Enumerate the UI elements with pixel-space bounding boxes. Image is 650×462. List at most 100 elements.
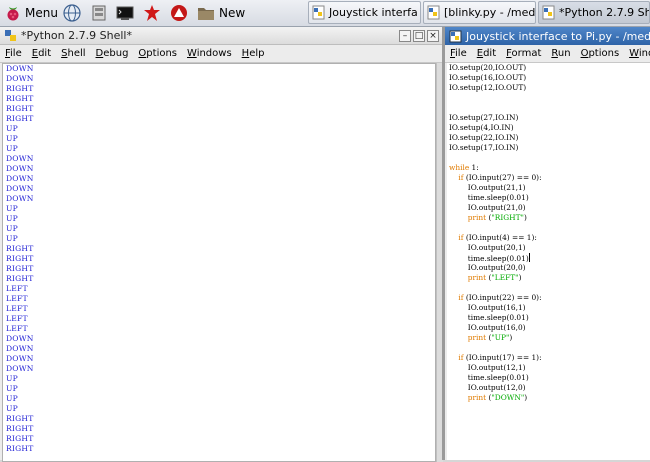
shell-output-line: UP [6, 224, 18, 233]
code-text: time.sleep(0.01) [449, 254, 529, 263]
python-file-icon [542, 5, 555, 20]
shell-output-line: RIGHT [6, 414, 34, 423]
maximize-icon[interactable]: □ [413, 30, 425, 42]
shell-output-line: UP [6, 214, 18, 223]
task-button-python-shell[interactable]: *Python 2.7.9 Sh [538, 1, 650, 24]
editor-title: Jouystick interface to Pi.py - /media/pi… [466, 29, 650, 43]
code-text: IO.output(16,1) [449, 303, 526, 312]
shell-output-line: RIGHT [6, 84, 34, 93]
menu-edit[interactable]: Edit [27, 48, 56, 59]
code-line: print ("RIGHT") [447, 213, 650, 223]
minimize-icon[interactable]: – [399, 30, 411, 42]
code-text: IO.setup(22,IO.IN) [449, 133, 519, 142]
launcher-terminal[interactable] [116, 2, 137, 24]
code-keyword: print [467, 393, 487, 402]
shell-output-line: RIGHT [6, 444, 34, 453]
new-folder-button[interactable]: New [196, 2, 245, 24]
code-editor-area[interactable]: IO.setup(20,IO.OUT) IO.setup(16,IO.OUT) IO… [447, 63, 650, 460]
shell-output-line: RIGHT [6, 104, 34, 113]
raspberry-icon [7, 7, 19, 21]
shell-titlebar[interactable]: *Python 2.7.9 Shell* – □ × [0, 27, 442, 45]
code-line: IO.output(16,1) [447, 303, 650, 313]
code-line: IO.output(21,1) [447, 183, 650, 193]
shell-output-line: RIGHT [6, 254, 34, 263]
shell-output-line: RIGHT [6, 244, 34, 253]
shell-output-line: LEFT [6, 314, 28, 323]
menu-file[interactable]: File [0, 48, 27, 59]
task-label: Jouystick interfa [329, 6, 418, 19]
code-text: IO.output(12,1) [449, 363, 526, 372]
code-text: ) [524, 393, 528, 402]
task-button-joystick[interactable]: Jouystick interfa [308, 1, 421, 24]
launcher-web-browser[interactable] [63, 2, 84, 24]
shell-output-line: RIGHT [6, 274, 34, 283]
shell-output-line: LEFT [6, 294, 28, 303]
code-line: IO.setup(22,IO.IN) [447, 133, 650, 143]
taskbar: Menu New Jouystick interfa [blinky.py - … [0, 0, 650, 27]
code-text: IO.output(12,0) [449, 383, 526, 392]
menu-options[interactable]: Options [576, 48, 625, 59]
code-line: time.sleep(0.01) [447, 373, 650, 383]
shell-output-line: RIGHT [6, 94, 34, 103]
menu-debug[interactable]: Debug [91, 48, 134, 59]
menu-windows[interactable]: Windows [182, 48, 237, 59]
shell-output-line: UP [6, 124, 18, 133]
code-keyword: print [467, 333, 487, 342]
terminal-icon [116, 6, 134, 20]
shell-output-line: DOWN [6, 174, 34, 183]
code-line: IO.setup(17,IO.IN) [447, 143, 650, 153]
shell-output-line: DOWN [6, 344, 34, 353]
code-line: print ("DOWN") [447, 393, 650, 403]
menu-shell[interactable]: Shell [56, 48, 90, 59]
code-text: IO.setup(16,IO.OUT) [449, 73, 527, 82]
code-line: time.sleep(0.01) [447, 253, 650, 263]
menu-edit[interactable]: Edit [472, 48, 501, 59]
menu-button[interactable]: Menu [4, 2, 58, 24]
code-line: print ("UP") [447, 333, 650, 343]
shell-output-line: UP [6, 234, 18, 243]
launcher-wolfram[interactable] [170, 2, 191, 24]
shell-output-line: DOWN [6, 74, 34, 83]
code-text: IO.output(20,1) [449, 243, 526, 252]
menu-format[interactable]: Format [501, 48, 546, 59]
code-keyword: print [467, 273, 487, 282]
code-line: IO.output(20,1) [447, 243, 650, 253]
editor-titlebar[interactable]: Jouystick interface to Pi.py - /media/pi… [445, 27, 650, 45]
code-text: time.sleep(0.01) [449, 373, 529, 382]
code-text: time.sleep(0.01) [449, 193, 529, 202]
web-browser-icon [63, 4, 81, 22]
menu-run[interactable]: Run [546, 48, 575, 59]
code-text: IO.setup(27,IO.IN) [449, 113, 519, 122]
menu-windows[interactable]: Windows [624, 48, 650, 59]
code-string: "LEFT" [491, 273, 519, 282]
shell-output-area[interactable]: DOWN DOWN RIGHT RIGHT RIGHT RIGHT UP UP UP DOWN DO… [2, 63, 436, 462]
launcher-mathematica[interactable] [143, 2, 164, 24]
shell-output-line: UP [6, 144, 18, 153]
python-file-icon [312, 5, 325, 20]
shell-output-line: RIGHT [6, 264, 34, 273]
menu-options[interactable]: Options [133, 48, 182, 59]
wolfram-icon [171, 5, 187, 21]
code-text: IO.output(21,0) [449, 203, 526, 212]
shell-output-line: LEFT [6, 304, 28, 313]
task-button-blinky[interactable]: [blinky.py - /medi [423, 1, 536, 24]
menu-file[interactable]: File [445, 48, 472, 59]
python-file-icon [449, 30, 462, 42]
close-icon[interactable]: × [427, 30, 439, 42]
folder-icon [198, 8, 214, 20]
menu-help[interactable]: Help [237, 48, 270, 59]
code-line: IO.setup(20,IO.OUT) [447, 63, 650, 73]
code-string: "UP" [491, 333, 510, 342]
file-manager-icon [92, 5, 106, 21]
editor-menubar: File Edit Format Run Options Windows He [445, 45, 650, 63]
mathematica-icon [144, 5, 160, 21]
python-shell-window: *Python 2.7.9 Shell* – □ × File Edit She… [0, 27, 443, 462]
python-icon [5, 30, 16, 41]
task-label: [blinky.py - /medi [444, 6, 536, 19]
launcher-file-manager[interactable] [90, 2, 111, 24]
code-line: IO.setup(27,IO.IN) [447, 113, 650, 123]
